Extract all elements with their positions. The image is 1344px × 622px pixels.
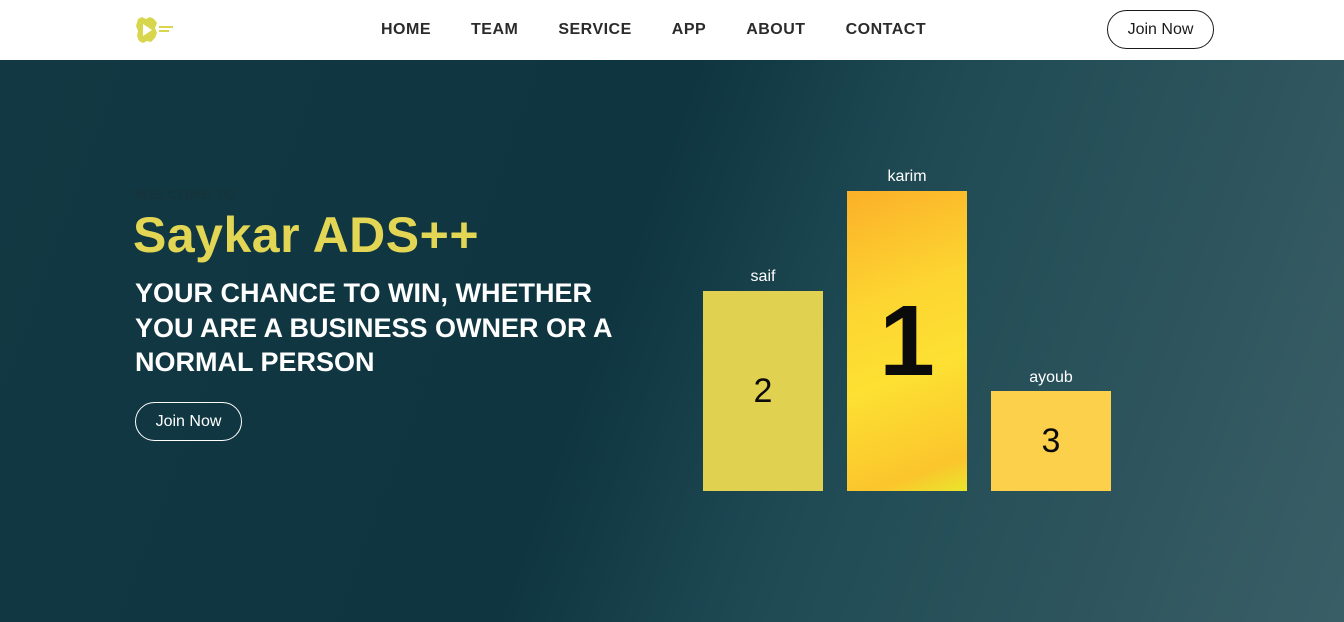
nav-service[interactable]: SERVICE <box>558 21 631 39</box>
podium-name-second: saif <box>750 268 776 285</box>
nav-team[interactable]: TEAM <box>471 21 518 39</box>
nav-home[interactable]: HOME <box>381 21 431 39</box>
brand-title: Saykar ADS++ <box>133 207 480 263</box>
podium-bar-third: 3 <box>991 391 1111 491</box>
welcome-text: WELCOME TO <box>135 186 237 202</box>
podium-rank-third: 3 <box>1041 421 1061 460</box>
podium-name-third: ayoub <box>1029 369 1073 386</box>
podium-bar-first: 1 <box>847 191 967 491</box>
join-now-button-header[interactable]: Join Now <box>1107 10 1214 49</box>
nav-app[interactable]: APP <box>672 21 706 39</box>
top-nav-bar: HOME TEAM SERVICE APP ABOUT CONTACT Join… <box>0 0 1344 60</box>
logo[interactable] <box>135 15 177 45</box>
podium-name-first: karim <box>887 168 927 185</box>
main-nav: HOME TEAM SERVICE APP ABOUT CONTACT <box>381 0 926 60</box>
nav-contact[interactable]: CONTACT <box>846 21 927 39</box>
hero-section: WELCOME TO Saykar ADS++ YOUR CHANCE TO W… <box>0 60 1344 622</box>
nav-about[interactable]: ABOUT <box>746 21 805 39</box>
hero-tagline: YOUR CHANCE TO WIN, WHETHER YOU ARE A BU… <box>135 278 612 377</box>
play-badge-icon <box>136 17 173 43</box>
podium-rank-second: 2 <box>753 371 773 410</box>
podium-bar-second: 2 <box>703 291 823 491</box>
join-now-button-hero[interactable]: Join Now <box>135 402 242 441</box>
podium-rank-first: 1 <box>879 284 935 397</box>
